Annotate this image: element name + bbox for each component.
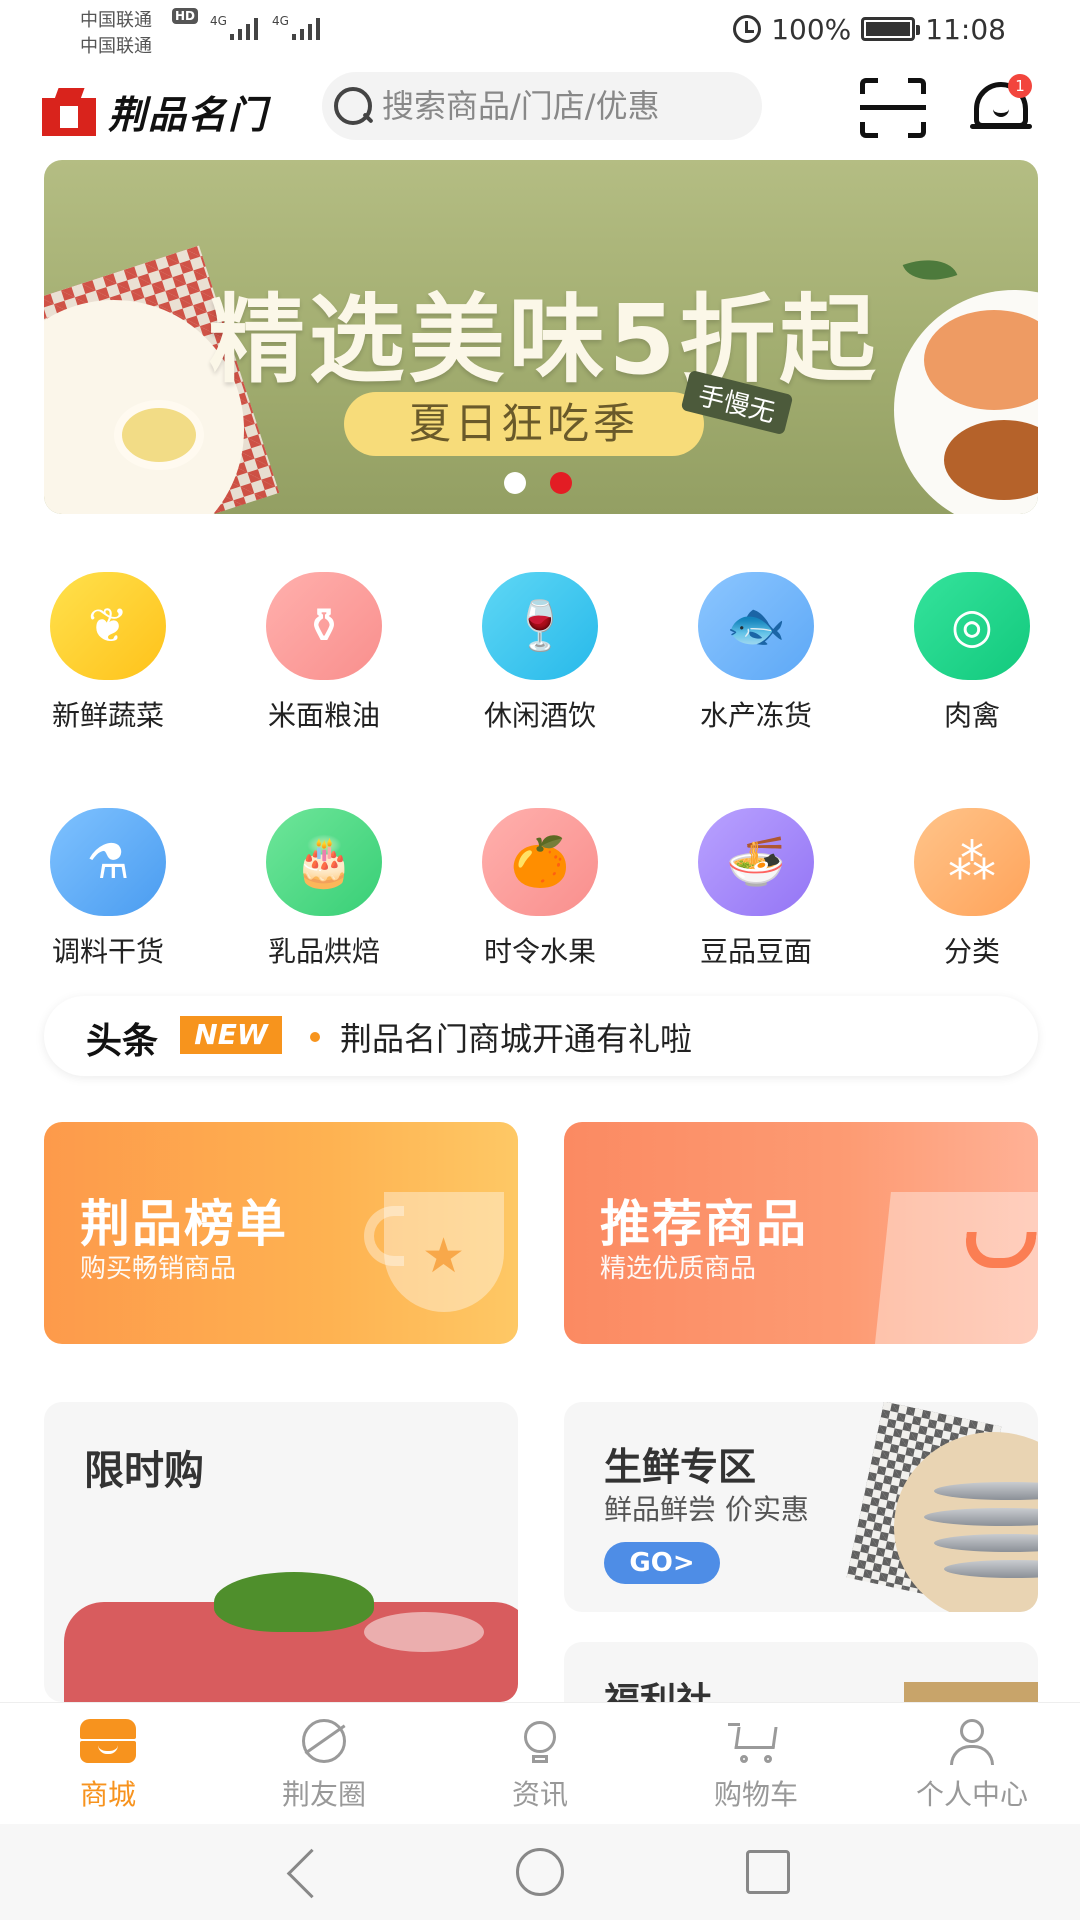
category-label: 肉禽 (943, 699, 1000, 732)
banner-subtitle: 夏日狂吃季 (344, 392, 704, 456)
tab-label: 资讯 (511, 1778, 568, 1811)
category-item[interactable]: ◎ 肉禽 (882, 572, 1062, 734)
category-icon: ⁂ (948, 834, 996, 890)
logo-text: 荆品名门 (108, 92, 269, 137)
flash-sale-title: 限时购 (84, 1448, 204, 1494)
headline-text[interactable]: 荆品名门商城开通有礼啦 (340, 1014, 692, 1060)
flash-sale-card[interactable]: 限时购 (44, 1402, 518, 1702)
promo-banner[interactable]: 精选美味5折起 夏日狂吃季 手慢无 (44, 160, 1038, 514)
tab-mall[interactable]: 商城 (0, 1703, 216, 1825)
fresh-zone-subtitle: 鲜品鲜尝 价实惠 (604, 1493, 809, 1526)
bottom-tab-bar: 商城 荆友圈 资讯 购物车 个人中心 (0, 1702, 1080, 1824)
category-label: 新鲜蔬菜 (51, 699, 164, 732)
planet-icon (294, 1717, 354, 1767)
category-item[interactable]: 🎂 乳品烘焙 (234, 808, 414, 970)
category-item[interactable]: 🐟 水产冻货 (666, 572, 846, 734)
category-label: 调料干货 (51, 935, 164, 968)
category-label: 休闲酒饮 (483, 699, 596, 732)
category-label: 米面粮油 (267, 699, 380, 732)
tab-label: 荆友圈 (281, 1778, 366, 1811)
category-item[interactable]: ⁂ 分类 (882, 808, 1062, 970)
oil-bottle-icon: ⚱ (303, 598, 345, 654)
network-type-1: 4G (210, 14, 227, 28)
category-item[interactable]: 🍷 休闲酒饮 (450, 572, 630, 734)
bullet-icon (310, 1032, 320, 1042)
sauce-bowl-image (114, 400, 204, 470)
store-icon (78, 1717, 138, 1767)
notification-badge: 1 (1008, 74, 1032, 98)
notification-button[interactable]: 1 (970, 74, 1034, 140)
lightbulb-icon (510, 1717, 570, 1767)
app-logo[interactable]: 荆品名门 (42, 84, 268, 139)
category-item[interactable]: ⚱ 米面粮油 (234, 572, 414, 734)
carousel-dot-active[interactable] (550, 472, 572, 494)
search-icon (330, 83, 376, 129)
person-icon (942, 1717, 1002, 1767)
trophy-icon: ★ (364, 1192, 514, 1344)
category-label: 水产冻货 (699, 699, 812, 732)
carousel-dot[interactable] (504, 472, 526, 494)
wine-icon: 🍷 (510, 598, 570, 654)
clock: 11:08 (925, 12, 1006, 46)
headline-title: 头条 (86, 1021, 159, 1062)
home-icon[interactable] (516, 1848, 564, 1896)
ranking-subtitle: 购买畅销商品 (80, 1254, 237, 1284)
category-item[interactable]: ⚗ 调料干货 (18, 808, 198, 970)
tab-label: 购物车 (713, 1778, 798, 1811)
category-label: 豆品豆面 (699, 935, 812, 968)
meat-image (64, 1572, 518, 1702)
app-header: 荆品名门 1 (0, 68, 1080, 168)
vegetable-icon: ❦ (87, 598, 129, 654)
status-right: 100% 11:08 (733, 12, 1006, 46)
battery-percent: 100% (771, 12, 852, 46)
logo-mark-icon (42, 87, 98, 136)
recent-apps-icon[interactable] (746, 1850, 790, 1894)
tab-label: 个人中心 (915, 1778, 1028, 1811)
headline-ticker[interactable]: 头条 NEW 荆品名门商城开通有礼啦 (44, 996, 1038, 1076)
banner-title: 精选美味5折起 (208, 284, 880, 396)
tab-label: 商城 (79, 1778, 136, 1811)
meat-icon: ◎ (951, 598, 993, 654)
category-label: 时令水果 (483, 935, 596, 968)
alarm-icon (733, 15, 762, 43)
fish-icon: 🐟 (726, 598, 786, 654)
back-icon[interactable] (286, 1848, 336, 1898)
system-navigation-bar (0, 1824, 1080, 1920)
cake-icon: 🎂 (294, 834, 354, 890)
carrier-2: 中国联通 (80, 36, 152, 57)
network-type-2: 4G (272, 14, 289, 28)
battery-icon (861, 17, 921, 41)
shopping-bag-icon (873, 1192, 1038, 1344)
leaf-image (902, 248, 958, 292)
recommend-card[interactable]: 推荐商品 精选优质商品 (564, 1122, 1038, 1344)
recommend-subtitle: 精选优质商品 (600, 1254, 757, 1284)
category-item[interactable]: 🍜 豆品豆面 (666, 808, 846, 970)
noodle-bowl-icon: 🍜 (726, 834, 786, 890)
search-input[interactable] (382, 87, 742, 125)
category-label: 分类 (943, 935, 1000, 968)
fresh-zone-title: 生鲜专区 (604, 1445, 757, 1489)
carousel-dots[interactable] (504, 472, 572, 494)
cart-icon (726, 1717, 786, 1767)
hd-badge: HD (172, 8, 199, 24)
tab-profile[interactable]: 个人中心 (864, 1703, 1080, 1825)
category-label: 乳品烘焙 (267, 935, 380, 968)
status-bar: 中国联通 中国联通 HD 4G 4G 100% 11:08 (0, 0, 1080, 58)
tab-news[interactable]: 资讯 (432, 1703, 648, 1825)
ranking-title: 荆品榜单 (80, 1195, 288, 1253)
category-item[interactable]: ❦ 新鲜蔬菜 (18, 572, 198, 734)
carrier-1: 中国联通 (80, 10, 152, 31)
ranking-card[interactable]: ★ 荆品榜单 购买畅销商品 (44, 1122, 518, 1344)
fresh-zone-card[interactable]: 生鲜专区 鲜品鲜尝 价实惠 GO> (564, 1402, 1038, 1612)
scan-icon[interactable] (860, 78, 926, 138)
seasoning-icon: ⚗ (86, 834, 130, 890)
new-badge: NEW (180, 1016, 282, 1054)
search-bar[interactable] (322, 72, 762, 140)
tab-cart[interactable]: 购物车 (648, 1703, 864, 1825)
category-item[interactable]: 🍊 时令水果 (450, 808, 630, 970)
recommend-title: 推荐商品 (600, 1195, 808, 1253)
tab-friends-circle[interactable]: 荆友圈 (216, 1703, 432, 1825)
fruit-icon: 🍊 (510, 834, 570, 890)
go-button[interactable]: GO> (604, 1542, 720, 1584)
